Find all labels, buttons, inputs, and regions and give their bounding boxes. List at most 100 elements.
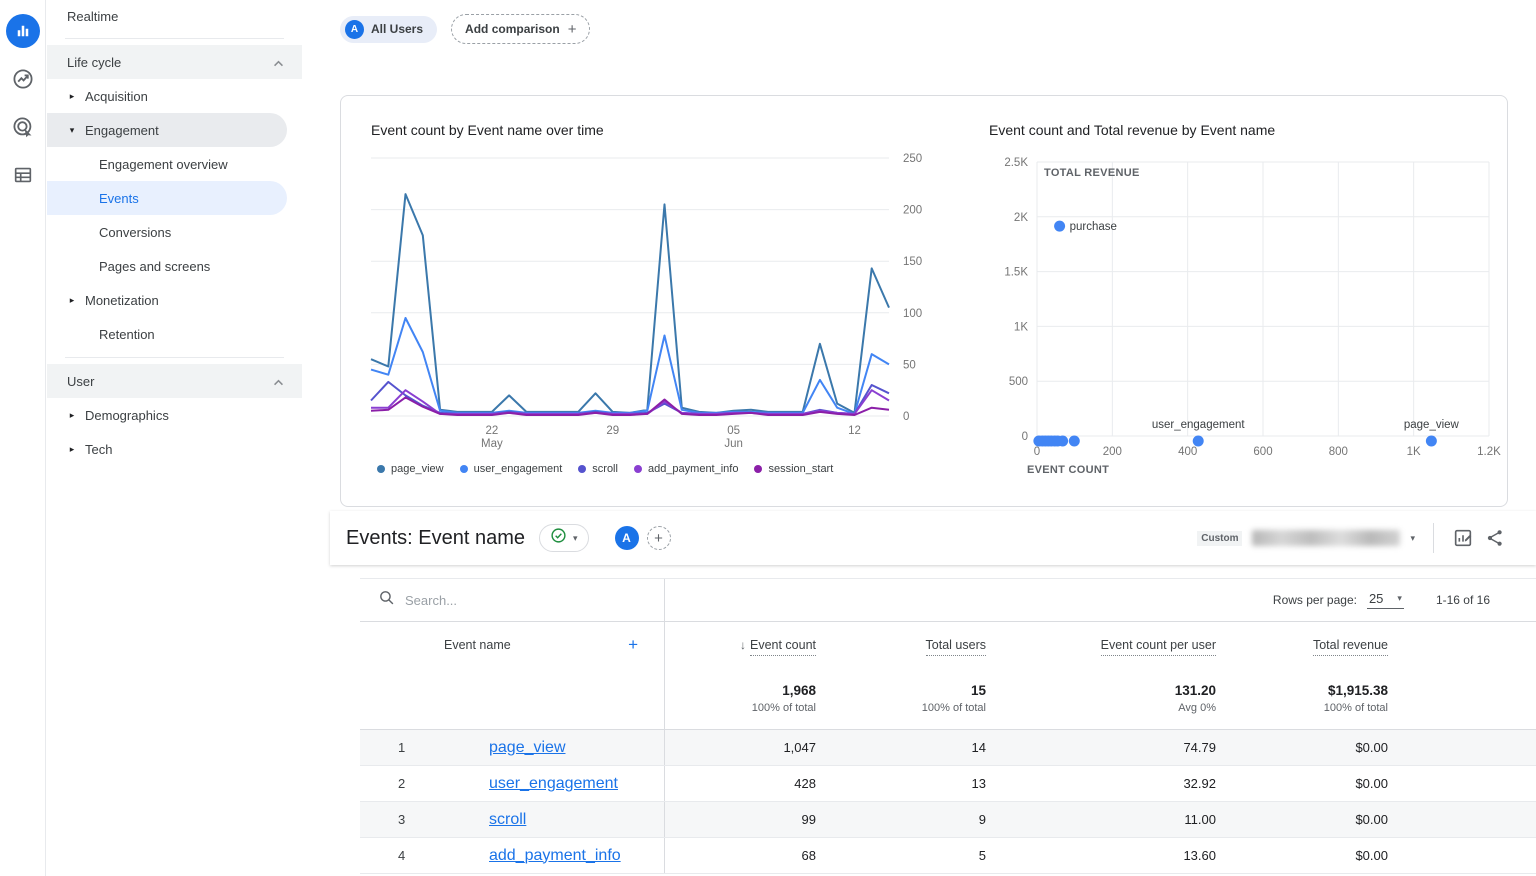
svg-text:0: 0	[903, 411, 909, 423]
segment-label: All Users	[371, 22, 423, 36]
sidebar-item-engagement[interactable]: ▾ Engagement	[47, 113, 287, 147]
charts-card: Event count by Event name over time 0501…	[340, 95, 1508, 507]
chevron-down-icon[interactable]: ▾	[1410, 533, 1415, 544]
chevron-down-icon: ▾	[1397, 593, 1402, 604]
svg-text:400: 400	[1178, 446, 1197, 458]
column-header-event-count-per-user[interactable]: Event count per user	[1101, 638, 1216, 656]
table-row: 2user_engagement4281332.92$0.00	[360, 766, 1536, 802]
column-header-event-name[interactable]: Event name	[444, 638, 511, 652]
share-icon[interactable]	[1484, 527, 1506, 549]
svg-text:500: 500	[1009, 376, 1028, 388]
row-index: 4	[360, 848, 405, 863]
legend-dot	[377, 465, 385, 473]
reports-nav-button[interactable]	[6, 14, 40, 48]
plus-icon: +	[568, 21, 577, 38]
legend-dot	[578, 465, 586, 473]
sidebar-item-demographics[interactable]: ▸ Demographics	[47, 398, 302, 432]
search-icon	[378, 589, 395, 611]
event-name-link[interactable]: user_engagement	[489, 775, 618, 793]
sidebar-item-engagement-overview[interactable]: Engagement overview	[47, 147, 302, 181]
search-input[interactable]	[405, 593, 625, 608]
line-chart-legend: page_viewuser_engagementscrolladd_paymen…	[377, 463, 956, 475]
report-title: Events: Event name	[346, 527, 525, 550]
add-comparison-button[interactable]: Add comparison +	[451, 14, 590, 44]
event-name-link[interactable]: page_view	[489, 739, 566, 757]
svg-text:150: 150	[903, 256, 922, 268]
sidebar-section-user[interactable]: User	[47, 364, 302, 398]
event-name-link[interactable]: add_payment_info	[489, 847, 621, 865]
svg-text:2K: 2K	[1014, 212, 1028, 224]
svg-text:29: 29	[606, 425, 619, 437]
svg-text:2.5K: 2.5K	[1004, 157, 1028, 169]
legend-item: scroll	[578, 463, 618, 475]
sidebar-item-events[interactable]: Events	[47, 181, 287, 215]
cell-total-users: 5	[818, 848, 988, 863]
report-header-bar: Events: Event name ▾ A + Custom ▾	[330, 511, 1536, 565]
sidebar-item-acquisition[interactable]: ▸ Acquisition	[47, 79, 302, 113]
svg-text:50: 50	[903, 359, 916, 371]
cell-event-count-per-user: 74.79	[988, 740, 1218, 755]
svg-text:05: 05	[727, 425, 740, 437]
customize-report-icon[interactable]	[1452, 527, 1474, 549]
svg-text:800: 800	[1329, 446, 1348, 458]
sidebar-item-retention[interactable]: Retention	[47, 317, 302, 351]
cell-event-count: 68	[665, 848, 818, 863]
comparison-bar: A All Users Add comparison +	[340, 14, 590, 44]
svg-text:Jun: Jun	[724, 438, 743, 450]
explore-nav-button[interactable]	[6, 62, 40, 96]
data-quality-pill[interactable]: ▾	[539, 524, 589, 552]
svg-text:1K: 1K	[1407, 446, 1421, 458]
redacted-report-name	[1252, 530, 1400, 546]
scatter-chart-title: Event count and Total revenue by Event n…	[989, 122, 1509, 138]
line-chart: 05010015020025022May2905Jun12	[363, 144, 938, 456]
library-nav-button[interactable]	[6, 158, 40, 192]
svg-text:user_engagement: user_engagement	[1152, 419, 1246, 431]
sidebar-section-lifecycle[interactable]: Life cycle	[47, 45, 302, 79]
totals-revenue: $1,915.38	[1218, 683, 1388, 698]
svg-text:purchase: purchase	[1070, 221, 1117, 233]
sidebar-item-tech[interactable]: ▸ Tech	[47, 432, 302, 466]
cell-event-count-per-user: 13.60	[988, 848, 1218, 863]
add-segment-button[interactable]: +	[647, 526, 671, 550]
table-row: 4add_payment_info68513.60$0.00	[360, 838, 1536, 874]
svg-text:May: May	[481, 438, 503, 450]
expand-down-icon: ▾	[61, 125, 83, 136]
segment-avatar: A	[345, 20, 364, 39]
rows-per-page-label: Rows per page:	[1273, 593, 1357, 607]
section-label: Life cycle	[67, 55, 121, 70]
sidebar-item-realtime[interactable]: Realtime	[47, 0, 302, 32]
row-index: 1	[360, 740, 405, 755]
sidebar-item-conversions[interactable]: Conversions	[47, 215, 302, 249]
pagination-controls: Rows per page: 25 ▾ 1-16 of 16	[665, 591, 1536, 609]
table-totals-row: 1,968100% of total 15100% of total 131.2…	[360, 668, 1536, 730]
section-label: User	[67, 374, 94, 389]
column-header-event-count[interactable]: Event count	[750, 638, 816, 656]
sort-descending-icon: ↓	[740, 638, 746, 652]
rows-per-page-select[interactable]: 25 ▾	[1367, 591, 1404, 609]
sidebar-item-monetization[interactable]: ▸ Monetization	[47, 283, 302, 317]
events-table: Rows per page: 25 ▾ 1-16 of 16 Event nam…	[360, 578, 1536, 874]
chevron-up-icon	[273, 374, 284, 389]
trending-circle-icon	[11, 67, 35, 91]
svg-text:1.2K: 1.2K	[1477, 446, 1501, 458]
totals-event-count: 1,968	[665, 683, 816, 698]
svg-text:600: 600	[1253, 446, 1272, 458]
legend-dot	[634, 465, 642, 473]
divider	[1433, 523, 1434, 553]
event-name-link[interactable]: scroll	[489, 811, 526, 829]
legend-item: add_payment_info	[634, 463, 739, 475]
custom-badge: Custom	[1197, 531, 1242, 546]
column-header-total-revenue[interactable]: Total revenue	[1313, 638, 1388, 656]
svg-text:0: 0	[1034, 446, 1040, 458]
segment-avatar[interactable]: A	[615, 526, 639, 550]
report-header-actions: Custom ▾	[1197, 523, 1506, 553]
column-header-total-users[interactable]: Total users	[926, 638, 986, 656]
cell-event-count: 428	[665, 776, 818, 791]
advertising-nav-button[interactable]	[6, 110, 40, 144]
svg-text:250: 250	[903, 153, 922, 165]
all-users-segment-pill[interactable]: A All Users	[340, 16, 437, 43]
sidebar-item-pages-and-screens[interactable]: Pages and screens	[47, 249, 302, 283]
cell-total-revenue: $0.00	[1218, 812, 1390, 827]
add-dimension-button[interactable]: +	[628, 635, 638, 655]
totals-per-user: 131.20	[988, 683, 1216, 698]
